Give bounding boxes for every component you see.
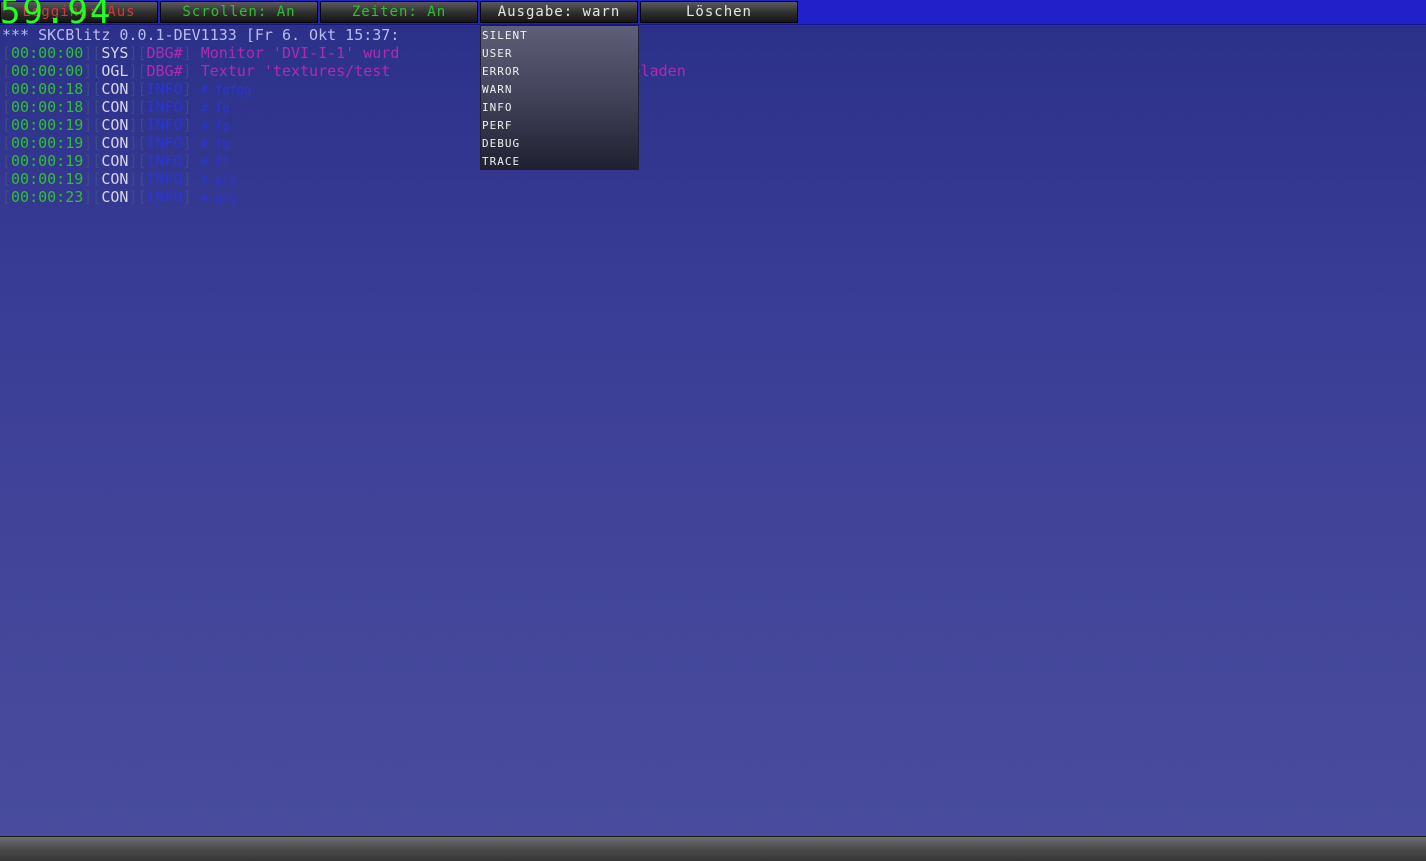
log-source: OGL (101, 62, 129, 80)
log-message: # gfg (200, 191, 237, 205)
log-bracket: ][ (128, 134, 147, 152)
log-source: CON (101, 80, 129, 98)
log-source: CON (101, 188, 129, 206)
log-source: CON (101, 134, 129, 152)
log-level: INFO (146, 98, 183, 116)
log-source: CON (101, 116, 129, 134)
log-source: CON (101, 170, 129, 188)
log-message: # fg (200, 137, 230, 151)
log-line: [00:00:18][CON][INFO] # fg (2, 98, 230, 116)
log-bracket: ][ (128, 152, 147, 170)
log-bracket: ][ (128, 98, 147, 116)
log-source: CON (101, 152, 129, 170)
scroll-toggle-button[interactable]: Scrollen: An (160, 1, 318, 23)
log-time: 00:00:23 (11, 188, 84, 206)
output-level-dropdown[interactable]: SILENT USER ERROR WARN INFO PERF DEBUG TRACE (480, 25, 639, 170)
log-bracket: ][ (83, 170, 102, 188)
log-time: 00:00:19 (11, 170, 84, 188)
log-bracket: ][ (128, 170, 147, 188)
log-message: # gfg (200, 173, 237, 187)
log-bracket: [ (2, 80, 12, 98)
log-bracket: [ (2, 44, 12, 62)
dropdown-option-user[interactable]: USER (481, 44, 638, 62)
log-bracket: ] (182, 116, 201, 134)
log-bracket: ][ (83, 152, 102, 170)
log-line: [00:00:00][SYS][DBG#] Monitor 'DVI-I-1' … (2, 44, 399, 62)
log-message: # fg (200, 119, 230, 133)
toolbar: Logging: Aus Scrollen: An Zeiten: An Aus… (0, 0, 1426, 25)
log-bracket: [ (2, 134, 12, 152)
dropdown-option-error[interactable]: ERROR (481, 62, 638, 80)
log-bracket: ][ (83, 188, 102, 206)
dropdown-option-warn[interactable]: WARN (481, 80, 638, 98)
log-bracket: [ (2, 62, 12, 80)
clear-button[interactable]: Löschen (640, 1, 798, 23)
log-level: INFO (146, 170, 183, 188)
log-time: 00:00:19 (11, 134, 84, 152)
log-bracket: ] (182, 44, 201, 62)
log-source: CON (101, 98, 129, 116)
log-bracket: ][ (128, 44, 147, 62)
log-level: INFO (146, 188, 183, 206)
dropdown-option-perf[interactable]: PERF (481, 116, 638, 134)
log-time: 00:00:19 (11, 116, 84, 134)
log-bracket: ][ (83, 44, 102, 62)
dropdown-option-silent[interactable]: SILENT (481, 26, 638, 44)
log-line: [00:00:23][CON][INFO] # gfg (2, 188, 237, 206)
log-message: Monitor 'DVI-I-1' wurd (200, 44, 400, 62)
log-line: [00:00:19][CON][INFO] # gfg (2, 170, 237, 188)
log-time: 00:00:18 (11, 80, 84, 98)
log-bracket: ][ (128, 62, 147, 80)
log-level: INFO (146, 116, 183, 134)
log-message: Textur 'textures/test (200, 62, 391, 80)
log-bracket: ] (182, 98, 201, 116)
log-time: 00:00:19 (11, 152, 84, 170)
log-line: [00:00:19][CON][INFO] # fg (2, 134, 230, 152)
log-time: 00:00:00 (11, 62, 84, 80)
log-bracket: ][ (83, 134, 102, 152)
log-level: INFO (146, 152, 183, 170)
log-level: DBG# (146, 62, 183, 80)
log-bracket: ] (182, 62, 201, 80)
log-bracket: [ (2, 188, 12, 206)
log-line: [00:00:18][CON][INFO] # fgfgg (2, 80, 251, 98)
log-bracket: [ (2, 152, 12, 170)
output-level-select[interactable]: Ausgabe: warn (480, 1, 638, 23)
status-bar (0, 836, 1426, 861)
dropdown-option-trace[interactable]: TRACE (481, 152, 638, 170)
timestamps-toggle-button[interactable]: Zeiten: An (320, 1, 478, 23)
log-time: 00:00:18 (11, 98, 84, 116)
log-bracket: ][ (83, 80, 102, 98)
log-bracket: ][ (128, 80, 147, 98)
log-level: DBG# (146, 44, 183, 62)
log-bracket: ] (182, 80, 201, 98)
log-message: # fg (200, 101, 230, 115)
log-time: 00:00:00 (11, 44, 84, 62)
log-bracket: ] (182, 170, 201, 188)
log-bracket: ] (182, 152, 201, 170)
log-bracket: [ (2, 98, 12, 116)
log-message: # ff (200, 155, 230, 169)
log-source: SYS (101, 44, 129, 62)
dropdown-option-debug[interactable]: DEBUG (481, 134, 638, 152)
log-level: INFO (146, 134, 183, 152)
log-line: [00:00:19][CON][INFO] # ff (2, 152, 230, 170)
log-bracket: [ (2, 116, 12, 134)
log-bracket: ] (182, 134, 201, 152)
log-bracket: ][ (128, 188, 147, 206)
log-bracket: ][ (128, 116, 147, 134)
log-line: [00:00:19][CON][INFO] # fg (2, 116, 230, 134)
log-bracket: ][ (83, 116, 102, 134)
log-level: INFO (146, 80, 183, 98)
log-bracket: ][ (83, 62, 102, 80)
log-bracket: ] (182, 188, 201, 206)
log-bracket: [ (2, 170, 12, 188)
log-message: # fgfgg (200, 83, 252, 97)
log-bracket: ][ (83, 98, 102, 116)
dropdown-option-info[interactable]: INFO (481, 98, 638, 116)
fps-counter: 59.94 (0, 0, 113, 32)
